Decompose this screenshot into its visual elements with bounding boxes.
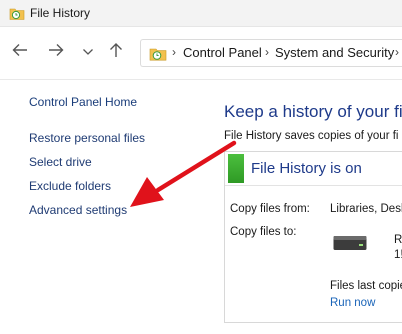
- recent-locations-button[interactable]: [78, 42, 98, 62]
- window-title: File History: [30, 6, 91, 20]
- restore-personal-files-link[interactable]: Restore personal files: [29, 131, 145, 145]
- file-history-location-icon: [149, 44, 167, 62]
- file-history-status-panel: File History is on Copy files from: Libr…: [224, 151, 402, 323]
- drive-size-text: 1!: [394, 249, 402, 261]
- copy-to-label: Copy files to:: [230, 226, 297, 238]
- forward-button[interactable]: [46, 42, 66, 62]
- title-bar: File History: [0, 0, 402, 27]
- navigation-bar: › Control Panel › System and Security ›: [0, 27, 402, 80]
- arrow-right-icon: [48, 43, 64, 62]
- status-title: File History is on: [251, 160, 362, 177]
- drive-name-text: R: [394, 234, 402, 246]
- breadcrumb-separator-icon[interactable]: ›: [265, 45, 269, 59]
- page-heading: Keep a history of your file: [224, 102, 402, 121]
- status-on-indicator: [228, 154, 244, 183]
- breadcrumb-system-and-security[interactable]: System and Security: [275, 45, 394, 60]
- address-bar[interactable]: › Control Panel › System and Security ›: [140, 39, 402, 67]
- copy-from-label: Copy files from:: [230, 203, 310, 215]
- breadcrumb-separator-icon[interactable]: ›: [172, 45, 176, 59]
- arrow-up-icon: [109, 42, 123, 63]
- page-description: File History saves copies of your fi: [224, 130, 399, 142]
- back-button[interactable]: [10, 42, 30, 62]
- chevron-down-icon: [82, 43, 94, 61]
- run-now-link[interactable]: Run now: [330, 297, 375, 309]
- advanced-settings-link[interactable]: Advanced settings: [29, 203, 127, 217]
- copy-from-value: Libraries, Desk: [330, 203, 402, 215]
- file-history-app-icon: [9, 5, 25, 21]
- arrow-left-icon: [12, 43, 28, 62]
- select-drive-link[interactable]: Select drive: [29, 155, 92, 169]
- files-last-copied-text: Files last copie: [330, 280, 402, 292]
- control-panel-home-link[interactable]: Control Panel Home: [29, 95, 137, 109]
- drive-icon: [333, 235, 367, 251]
- breadcrumb-separator-icon[interactable]: ›: [395, 45, 399, 59]
- status-header: File History is on: [225, 152, 402, 186]
- exclude-folders-link[interactable]: Exclude folders: [29, 179, 111, 193]
- up-button[interactable]: [106, 42, 126, 62]
- file-history-window: File History › Control Panel › System an…: [0, 0, 402, 334]
- breadcrumb-control-panel[interactable]: Control Panel: [183, 45, 262, 60]
